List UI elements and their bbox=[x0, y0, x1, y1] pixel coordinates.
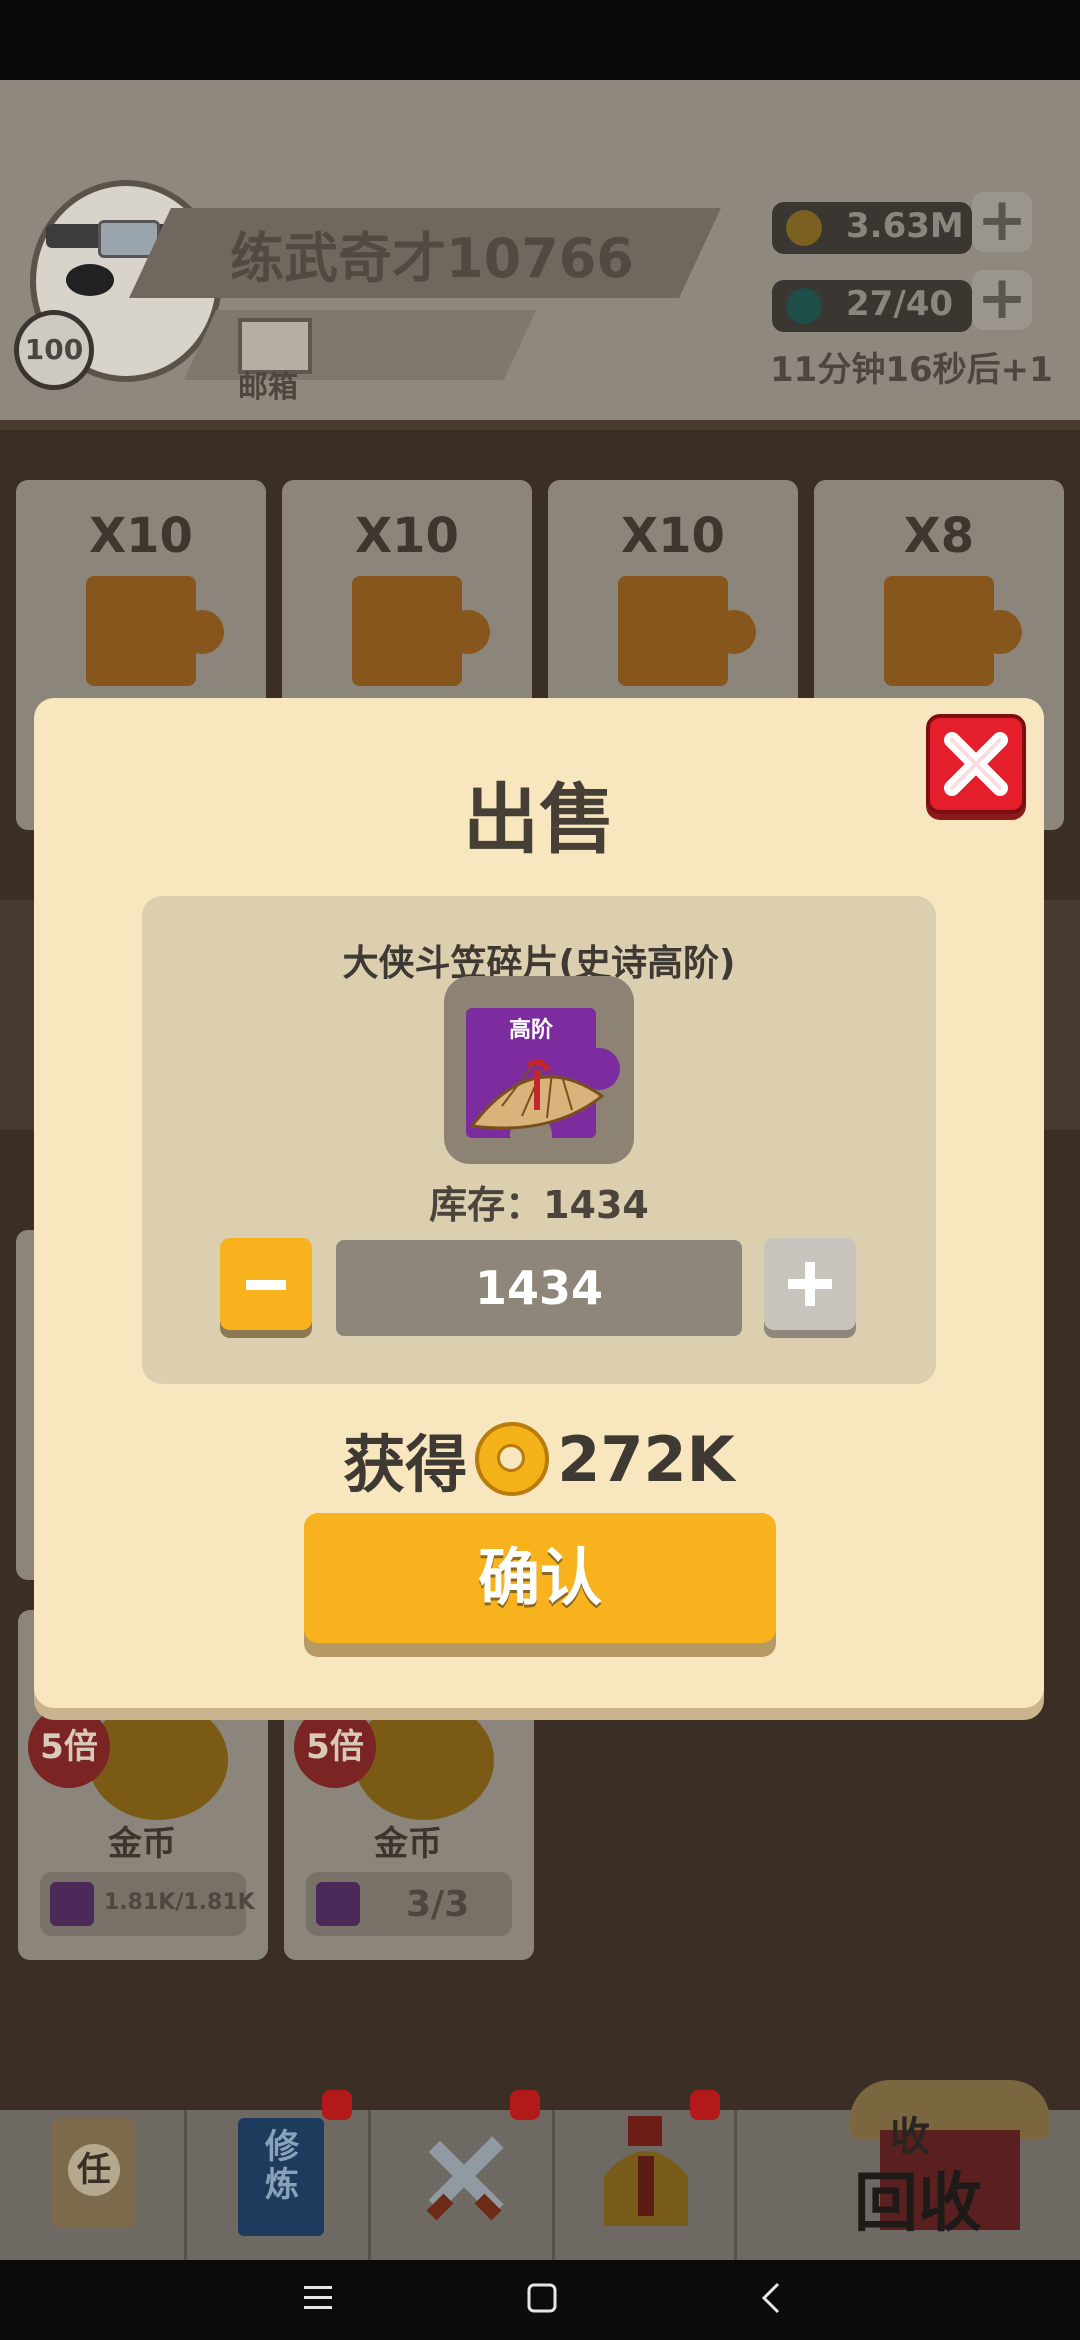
gain-value: 272K bbox=[557, 1422, 735, 1496]
gold-value: 3.63M bbox=[846, 206, 964, 246]
confirm-button[interactable]: 确认 bbox=[304, 1513, 776, 1643]
recycle-label: 回收 bbox=[854, 2167, 982, 2241]
gain-label: 获得 bbox=[343, 1428, 468, 1501]
helmet-icon bbox=[604, 2116, 688, 2226]
menu-icon[interactable] bbox=[300, 2280, 336, 2316]
nav-divider bbox=[368, 2110, 371, 2260]
nav-divider bbox=[734, 2110, 737, 2260]
gold-coin-icon bbox=[786, 210, 822, 246]
gold-coin-icon bbox=[88, 1700, 228, 1820]
reward-progress: 3/3 bbox=[306, 1872, 512, 1936]
stock-count: 库存：1434 bbox=[429, 1183, 649, 1227]
mail-label: 邮箱 bbox=[238, 370, 298, 405]
close-button[interactable] bbox=[926, 714, 1026, 814]
coin-icon bbox=[475, 1422, 550, 1496]
dialog-title: 出售 bbox=[463, 775, 615, 864]
player-level-badge: 100 bbox=[14, 310, 94, 390]
nav-equip-button[interactable] bbox=[598, 2116, 694, 2234]
back-icon[interactable] bbox=[754, 2280, 790, 2316]
reward-progress-text: 1.81K/1.81K bbox=[104, 1890, 255, 1915]
item-fragment-icon bbox=[50, 1882, 94, 1926]
tier-tag: 高阶 bbox=[508, 1018, 553, 1043]
reward-label: 金币 bbox=[108, 1824, 176, 1864]
shop-card-count: X10 bbox=[621, 508, 725, 564]
nav-divider bbox=[184, 2110, 187, 2260]
sell-dialog: 出售 大侠斗笠碎片(史诗高阶) 高阶 库存：1434 1434 获得 272K … bbox=[34, 698, 1044, 1708]
nav-battle-button[interactable] bbox=[414, 2126, 514, 2226]
player-name: 练武奇才10766 bbox=[230, 227, 634, 290]
item-icon-frame: 高阶 bbox=[444, 976, 634, 1164]
notification-dot bbox=[322, 2090, 352, 2120]
book-icon: 修炼 bbox=[265, 2127, 299, 2205]
reward-label: 金币 bbox=[374, 1824, 442, 1864]
multiplier-badge: 5倍 bbox=[28, 1706, 110, 1788]
home-icon[interactable] bbox=[524, 2280, 560, 2316]
status-bar bbox=[0, 0, 1080, 80]
shop-card-count: X10 bbox=[89, 508, 193, 564]
add-stamina-button[interactable]: + bbox=[972, 268, 1032, 330]
mail-bar bbox=[183, 310, 537, 380]
reward-progress-text: 3/3 bbox=[406, 1884, 470, 1925]
header-divider bbox=[0, 420, 1080, 430]
item-panel: 大侠斗笠碎片(史诗高阶) 高阶 库存：1434 1434 bbox=[142, 896, 936, 1384]
shop-card-count: X8 bbox=[903, 508, 975, 564]
crossed-swords-icon bbox=[426, 2136, 504, 2221]
nav-task-button[interactable]: 任 bbox=[52, 2118, 136, 2228]
stamina-value: 27/40 bbox=[846, 284, 954, 324]
notification-dot bbox=[510, 2090, 540, 2120]
multiplier-badge: 5倍 bbox=[294, 1706, 376, 1788]
gold-coin-icon bbox=[354, 1700, 494, 1820]
item-fragment-icon bbox=[316, 1882, 360, 1926]
nav-divider bbox=[552, 2110, 555, 2260]
minus-icon bbox=[246, 1280, 286, 1290]
stamina-counter: 27/40 bbox=[772, 280, 972, 332]
nav-recycle-button[interactable]: 收 回收 bbox=[850, 2060, 1050, 2241]
stamina-drop-icon bbox=[786, 288, 822, 324]
close-icon bbox=[944, 732, 1008, 796]
shop-card-count: X10 bbox=[355, 508, 459, 564]
scroll-icon: 任 bbox=[68, 2144, 120, 2196]
reward-progress: 1.81K/1.81K bbox=[40, 1872, 255, 1936]
gold-counter: 3.63M bbox=[772, 202, 972, 254]
notification-dot bbox=[690, 2090, 720, 2120]
quantity-field[interactable]: 1434 bbox=[336, 1240, 742, 1336]
increase-button[interactable] bbox=[764, 1238, 856, 1330]
gain-row: 获得 272K bbox=[34, 1414, 1044, 1504]
stamina-timer: 11分钟16秒后+1 bbox=[770, 350, 1053, 390]
decrease-button[interactable] bbox=[220, 1238, 312, 1330]
bamboo-hat-icon bbox=[469, 1058, 605, 1130]
add-gold-button[interactable]: + bbox=[972, 190, 1032, 252]
nav-train-button[interactable]: 修炼 bbox=[238, 2118, 324, 2236]
